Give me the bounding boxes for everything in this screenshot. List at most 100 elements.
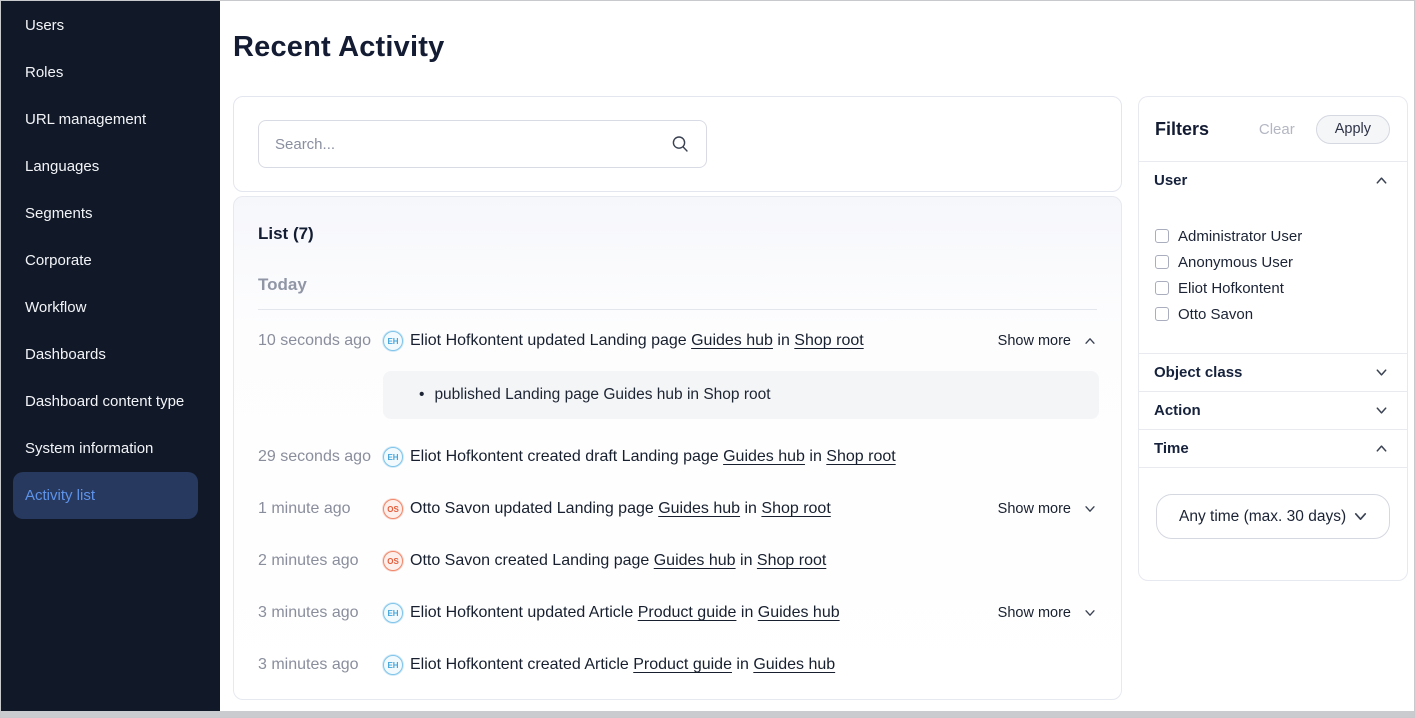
content-link[interactable]: Product guide	[638, 604, 737, 621]
filter-option-anonymous-user[interactable]: Anonymous User	[1155, 249, 1407, 275]
search-icon[interactable]	[670, 134, 690, 154]
chevron-down-icon	[1083, 502, 1097, 516]
sidebar-item-roles[interactable]: Roles	[1, 49, 220, 96]
show-more-button[interactable]: Show more	[998, 333, 1097, 349]
activity-column: List (7) Today 10 seconds agoEHEliot Hof…	[233, 96, 1122, 700]
sidebar-item-activity-list[interactable]: Activity list	[13, 472, 198, 519]
clear-filters-button[interactable]: Clear	[1259, 121, 1295, 138]
sidebar-menu: UsersRolesURL managementLanguagesSegment…	[1, 2, 220, 519]
content-link[interactable]: Guides hub	[723, 448, 805, 465]
chevron-down-icon	[1374, 365, 1389, 380]
activity-text-segment: in	[683, 386, 704, 403]
activity-rows: 10 seconds agoEHEliot Hofkontent updated…	[258, 327, 1097, 679]
activity-text-segment: in	[732, 656, 753, 673]
content-link[interactable]: Product guide	[633, 656, 732, 673]
sidebar-item-workflow[interactable]: Workflow	[1, 284, 220, 331]
show-more-button[interactable]: Show more	[998, 605, 1097, 621]
time-range-select[interactable]: Any time (max. 30 days)	[1156, 494, 1390, 539]
avatar: OS	[383, 551, 403, 571]
checkbox[interactable]	[1155, 229, 1169, 243]
content-link[interactable]: Guides hub	[603, 386, 682, 403]
activity-row: 10 seconds agoEH Eliot Hofkontent updated…	[258, 327, 1097, 355]
search-card	[233, 96, 1122, 192]
activity-row: 1 minute agoOSOtto Savon updated Landing…	[258, 495, 1097, 523]
filter-option-label: Anonymous User	[1178, 254, 1293, 271]
activity-text-segment: Eliot Hofkontent created Article	[410, 656, 633, 673]
content-link[interactable]: Guides hub	[691, 332, 773, 349]
checkbox[interactable]	[1155, 255, 1169, 269]
content-link[interactable]: Shop root	[761, 500, 830, 517]
checkbox[interactable]	[1155, 307, 1169, 321]
activity-text-segment: in	[736, 604, 757, 621]
content-link[interactable]: Guides hub	[654, 552, 736, 569]
sidebar-item-corporate[interactable]: Corporate	[1, 237, 220, 284]
chevron-down-icon	[1374, 403, 1389, 418]
page-title: Recent Activity	[233, 31, 1414, 64]
activity-list-card: List (7) Today 10 seconds agoEHEliot Hof…	[233, 196, 1122, 700]
activity-text: Otto Savon updated Landing page Guides h…	[410, 498, 982, 520]
filter-section-time[interactable]: Time	[1139, 429, 1407, 467]
content-link[interactable]: Guides hub	[753, 656, 835, 673]
content-link[interactable]: Shop root	[757, 552, 826, 569]
show-more-button[interactable]: Show more	[998, 501, 1097, 517]
avatar: EH	[383, 603, 403, 623]
activity-text-segment: Eliot Hofkontent updated Landing page	[410, 332, 691, 349]
bullet-icon: •	[419, 386, 424, 404]
filter-option-label: Otto Savon	[1178, 306, 1253, 323]
chevron-down-icon	[1352, 508, 1369, 525]
sidebar-item-languages[interactable]: Languages	[1, 143, 220, 190]
content-columns: List (7) Today 10 seconds agoEHEliot Hof…	[233, 96, 1414, 700]
filter-option-label: Administrator User	[1178, 228, 1302, 245]
show-more-label: Show more	[998, 501, 1071, 517]
user-filter-options: Administrator User Anonymous User Eliot Ho…	[1139, 199, 1407, 353]
search-input[interactable]	[275, 136, 670, 153]
filter-option-otto-savon[interactable]: Otto Savon	[1155, 301, 1407, 327]
horizontal-scrollbar[interactable]	[1, 711, 1414, 717]
filter-section-action[interactable]: Action	[1139, 391, 1407, 429]
activity-text-segment: in	[805, 448, 826, 465]
filter-section-label: Object class	[1154, 364, 1242, 381]
chevron-up-icon	[1374, 441, 1389, 456]
activity-details: •published Landing page Guides hub in Sh…	[383, 371, 1099, 419]
sidebar-item-segments[interactable]: Segments	[1, 190, 220, 237]
checkbox[interactable]	[1155, 281, 1169, 295]
apply-filters-button[interactable]: Apply	[1316, 115, 1390, 144]
sidebar-item-system-information[interactable]: System information	[1, 425, 220, 472]
app-window: UsersRolesURL managementLanguagesSegment…	[0, 0, 1415, 718]
activity-time: 29 seconds ago	[258, 448, 383, 466]
sidebar-item-dashboard-content-type[interactable]: Dashboard content type	[1, 378, 220, 425]
activity-text: Otto Savon created Landing page Guides h…	[410, 550, 1097, 572]
filter-option-eliot-hofkontent[interactable]: Eliot Hofkontent	[1155, 275, 1407, 301]
avatar: EH	[383, 331, 403, 351]
chevron-down-icon	[1083, 606, 1097, 620]
activity-time: 3 minutes ago	[258, 656, 383, 674]
activity-text-segment: Eliot Hofkontent updated Article	[410, 604, 638, 621]
activity-time: 3 minutes ago	[258, 604, 383, 622]
avatar: OS	[383, 499, 403, 519]
content-link[interactable]: Guides hub	[758, 604, 840, 621]
avatar: EH	[383, 655, 403, 675]
activity-text: Eliot Hofkontent created Article Product…	[410, 654, 1097, 676]
activity-text-segment: in	[740, 500, 761, 517]
content-link[interactable]: Guides hub	[658, 500, 740, 517]
filter-option-label: Eliot Hofkontent	[1178, 280, 1284, 297]
content-link[interactable]: Shop root	[703, 386, 770, 403]
filters-title: Filters	[1155, 119, 1209, 140]
filter-option-administrator-user[interactable]: Administrator User	[1155, 223, 1407, 249]
content-link[interactable]: Shop root	[826, 448, 895, 465]
activity-time: 10 seconds ago	[258, 332, 383, 350]
search-box	[258, 120, 707, 168]
time-filter-body: Any time (max. 30 days)	[1139, 467, 1407, 565]
content-link[interactable]: Shop root	[794, 332, 863, 349]
filter-section-object-class[interactable]: Object class	[1139, 353, 1407, 391]
sidebar-item-dashboards[interactable]: Dashboards	[1, 331, 220, 378]
main-area: Recent Activity List (7	[220, 1, 1414, 717]
sidebar-item-users[interactable]: Users	[1, 2, 220, 49]
sidebar-item-url-management[interactable]: URL management	[1, 96, 220, 143]
avatar: EH	[383, 447, 403, 467]
activity-row: 3 minutes agoEH Eliot Hofkontent updated …	[258, 599, 1097, 627]
filter-section-label: User	[1154, 172, 1187, 189]
activity-time: 2 minutes ago	[258, 552, 383, 570]
filter-section-user[interactable]: User	[1139, 161, 1407, 199]
activity-text: Eliot Hofkontent updated Landing page Gu…	[410, 330, 982, 352]
